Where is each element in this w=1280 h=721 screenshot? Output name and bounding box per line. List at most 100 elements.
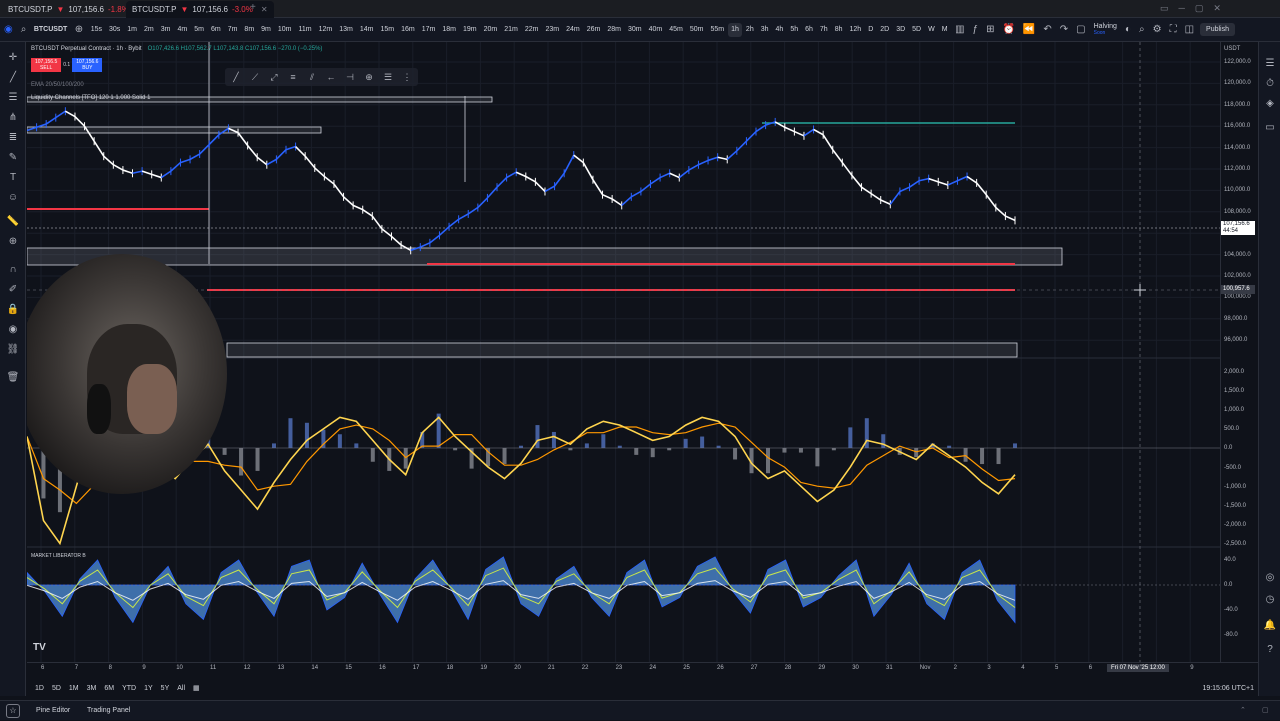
ema-legend[interactable]: EMA 20/50/100/200 xyxy=(31,82,84,88)
zoom-in-icon[interactable]: ⊕ xyxy=(5,234,21,250)
timeframe-19m[interactable]: 19m xyxy=(460,18,481,42)
pine-editor-tab[interactable]: Pine Editor xyxy=(36,701,70,721)
fib-retracement-icon[interactable]: ☰ xyxy=(381,70,395,84)
settings-icon[interactable]: ⚙ xyxy=(1149,24,1166,35)
target-icon[interactable]: ⊕ xyxy=(362,70,376,84)
magnet-icon[interactable]: ∩ xyxy=(5,262,21,278)
layout-box-icon[interactable]: ▢ xyxy=(1072,24,1089,35)
chart-area[interactable]: BTCUSDT Perpetual Contract · 1h · Bybit … xyxy=(27,42,1220,662)
price-axis[interactable]: USDT 122,000.0 120,000.0 118,000.0 116,000.… xyxy=(1220,42,1258,662)
timeframe-26m[interactable]: 26m xyxy=(583,18,604,42)
replay-icon[interactable]: ⏪ xyxy=(1019,24,1039,35)
window-controls[interactable]: ▭ ─ ▢ ✕ xyxy=(1160,3,1221,14)
range-3M[interactable]: 3M xyxy=(87,685,97,692)
layers-icon[interactable]: ◈ xyxy=(1262,96,1278,112)
timeframe-6m[interactable]: 6m xyxy=(207,18,224,42)
timeframe-45m[interactable]: 45m xyxy=(666,18,687,42)
timeframe-28m[interactable]: 28m xyxy=(604,18,625,42)
maximize-icon[interactable]: ▢ xyxy=(1262,701,1269,721)
line-tool-icon[interactable]: ╱ xyxy=(229,70,243,84)
indicators-icon[interactable]: ƒ xyxy=(969,24,983,35)
minimize-icon[interactable]: ⌃ xyxy=(1240,701,1246,721)
calendar-icon[interactable]: ▦ xyxy=(193,684,200,692)
brush-icon[interactable]: ✎ xyxy=(5,150,21,166)
crosshair-icon[interactable]: ✛ xyxy=(5,50,21,66)
timeframe-24m[interactable]: 24m xyxy=(563,18,584,42)
timeframe-6h[interactable]: 6h xyxy=(802,18,817,42)
timeframe-15s[interactable]: 15s xyxy=(87,18,105,42)
liquidity-legend[interactable]: Liquidity Channels [TFO] 120 1 1.000 Sol… xyxy=(31,95,150,101)
timeframe-18m[interactable]: 18m xyxy=(439,18,460,42)
redo-icon[interactable]: ↷ xyxy=(1056,24,1072,35)
timeframe-21m[interactable]: 21m xyxy=(501,18,522,42)
horizontal-lines-icon[interactable]: ☰ xyxy=(5,90,21,106)
symbol-search[interactable]: BTCUSDT xyxy=(30,18,70,42)
trash-icon[interactable]: 🗑 xyxy=(5,370,21,386)
timeframe-3m[interactable]: 3m xyxy=(157,18,174,42)
oscillator-legend[interactable]: MARKET LIBERATOR B xyxy=(31,553,86,559)
timeframe-23m[interactable]: 23m xyxy=(542,18,563,42)
currency-label[interactable]: USDT xyxy=(1224,46,1240,52)
range-6M[interactable]: 6M xyxy=(104,685,114,692)
timeframe-M[interactable]: M xyxy=(938,18,951,42)
timeframe-4m[interactable]: 4m xyxy=(174,18,191,42)
timeframe-5m[interactable]: 5m xyxy=(191,18,208,42)
halving-widget[interactable]: Halving Soon xyxy=(1090,23,1121,37)
timeframe-15m[interactable]: 15m xyxy=(377,18,398,42)
range-1Y[interactable]: 1Y xyxy=(144,685,153,692)
bars-pattern-icon[interactable]: ⊣ xyxy=(343,70,357,84)
timeframe-17m[interactable]: 17m xyxy=(418,18,439,42)
timeframe-50m[interactable]: 50m xyxy=(686,18,707,42)
search-icon[interactable]: ⌕ xyxy=(17,24,31,35)
timeframe-1h[interactable]: 1h xyxy=(727,22,743,37)
timeframe-2h[interactable]: 2h xyxy=(742,18,757,42)
fib-icon[interactable]: ≣ xyxy=(5,130,21,146)
chat-icon[interactable]: ▭ xyxy=(1262,120,1278,136)
horizontal-ray-icon[interactable]: ≡ xyxy=(286,70,300,84)
new-tab-icon[interactable]: + xyxy=(250,2,256,13)
camera-icon[interactable]: ◫ xyxy=(1181,24,1198,35)
chart-legend[interactable]: BTCUSDT Perpetual Contract · 1h · Bybit … xyxy=(31,46,322,52)
timeframe-20m[interactable]: 20m xyxy=(480,18,501,42)
timeframe-7h[interactable]: 7h xyxy=(816,18,831,42)
link-icon[interactable]: ⛓ xyxy=(5,342,21,358)
toggle-icon[interactable]: ◐ xyxy=(1121,24,1135,35)
range-1D[interactable]: 1D xyxy=(35,685,44,692)
help-icon[interactable]: ? xyxy=(1262,642,1278,658)
symbol-legend[interactable]: BTCUSDT Perpetual Contract · 1h · Bybit xyxy=(31,46,142,52)
lock-icon[interactable]: 🔒 xyxy=(5,302,21,318)
timeframe-14m[interactable]: 14m xyxy=(356,18,377,42)
fib-extension-icon[interactable]: ⋮ xyxy=(400,70,414,84)
timeframe-5D[interactable]: 5D xyxy=(909,18,925,42)
timeframe-22m[interactable]: 22m xyxy=(521,18,542,42)
star-icon[interactable]: ☆ xyxy=(6,704,20,718)
timeframe-W[interactable]: W xyxy=(925,18,939,42)
timeframe-13m[interactable]: 13m xyxy=(336,18,357,42)
timeframe-7m[interactable]: 7m xyxy=(224,18,241,42)
notifications-icon[interactable]: 🔔 xyxy=(1262,618,1278,634)
pitchfork-icon[interactable]: ⋔ xyxy=(5,110,21,126)
arrow-left-icon[interactable]: ← xyxy=(324,70,338,84)
extended-line-icon[interactable]: ⤢ xyxy=(267,70,281,84)
ideas-icon[interactable]: ◷ xyxy=(1262,592,1278,608)
range-5Y[interactable]: 5Y xyxy=(161,685,170,692)
watchlist-icon[interactable]: ☰ xyxy=(1262,56,1278,72)
timeframe-D[interactable]: D xyxy=(865,18,877,42)
range-YTD[interactable]: YTD xyxy=(122,685,136,692)
timeframe-2m[interactable]: 2m xyxy=(141,18,158,42)
eye-icon[interactable]: ◉ xyxy=(5,322,21,338)
timeframe-40m[interactable]: 40m xyxy=(645,18,666,42)
timeframe-30s[interactable]: 30s xyxy=(105,18,123,42)
time-axis[interactable]: 6 7 8 9 10 11 12 13 14 15 16 17 18 19 20 21 22 23 24 25 26 27… xyxy=(27,662,1258,676)
target-icon[interactable]: ◎ xyxy=(1262,570,1278,586)
zoom-icon[interactable]: ⌕ xyxy=(1135,24,1149,35)
timeframe-10m[interactable]: 10m xyxy=(274,18,295,42)
timeframe-12m[interactable]: 12m xyxy=(315,18,336,42)
fullscreen-icon[interactable]: ⛶ xyxy=(1166,24,1181,35)
text-icon[interactable]: T xyxy=(5,170,21,186)
layout-icon[interactable]: ⊞ xyxy=(982,24,998,35)
undo-icon[interactable]: ↶ xyxy=(1039,24,1055,35)
timeframe-11m[interactable]: 11m xyxy=(295,18,315,42)
timeframe-3h[interactable]: 3h xyxy=(757,18,772,42)
publish-button[interactable]: Publish xyxy=(1200,23,1236,36)
